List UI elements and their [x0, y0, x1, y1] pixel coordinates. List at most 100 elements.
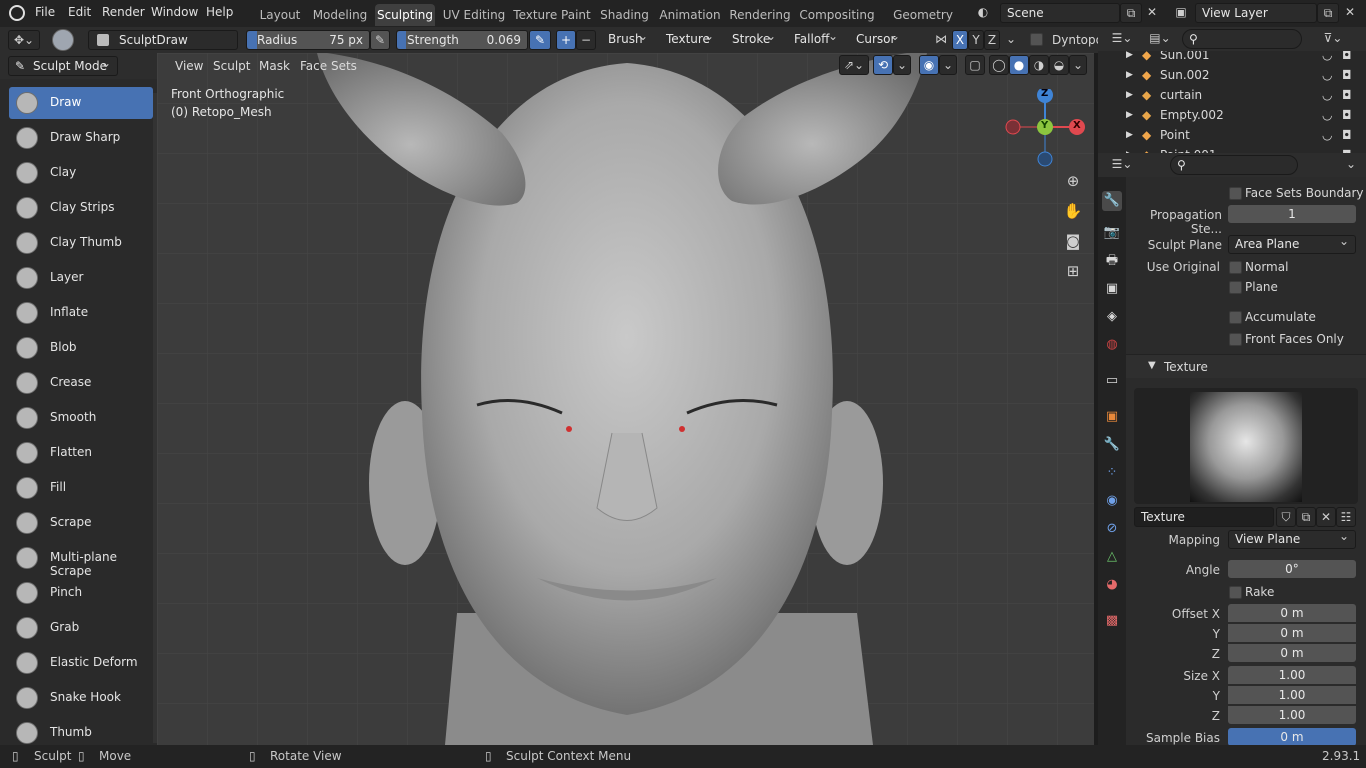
scene-tab-icon[interactable]: ◈ [1102, 307, 1122, 327]
visibility-eye-icon[interactable]: ◡ [1322, 85, 1332, 105]
sample-bias-slider[interactable]: 0 m [1228, 728, 1356, 745]
size-y-field[interactable]: 1.00 [1228, 686, 1356, 704]
scene-selector-icon[interactable]: ◐ [972, 3, 994, 23]
tool-fill[interactable]: Fill [9, 472, 153, 504]
tool-elastic-deform[interactable]: Elastic Deform [9, 647, 153, 679]
browse-texture-icon[interactable]: ☷ [1336, 507, 1356, 527]
world-tab-icon[interactable]: ◍ [1102, 335, 1122, 355]
menu-sculpt[interactable]: Sculpt [213, 55, 250, 77]
tool-clay-strips[interactable]: Clay Strips [9, 192, 153, 224]
tool-clay[interactable]: Clay [9, 157, 153, 189]
tab-modeling[interactable]: Modeling [310, 4, 370, 26]
expand-arrow-icon[interactable]: ▶ [1126, 105, 1133, 125]
view-layer-icon[interactable]: ▣ [1170, 3, 1192, 23]
tool-draw-sharp[interactable]: Draw Sharp [9, 122, 153, 154]
symmetry-z-toggle[interactable]: Z [984, 30, 1000, 50]
view-layer-tab-icon[interactable]: ▣ [1102, 279, 1122, 299]
angle-field[interactable]: 0° [1228, 560, 1356, 578]
menu-window[interactable]: Window [151, 5, 198, 19]
render-camera-icon[interactable]: ◘ [1342, 51, 1352, 65]
tool-draw[interactable]: Draw [9, 87, 153, 119]
offset-y-field[interactable]: 0 m [1228, 624, 1356, 642]
tool-pinch[interactable]: Pinch [9, 577, 153, 609]
rendered-shading-icon[interactable]: ◒ [1049, 55, 1069, 75]
tool-scrape[interactable]: Scrape [9, 507, 153, 539]
stroke-menu[interactable]: Stroke [726, 30, 782, 50]
gizmo-toggle-icon[interactable]: ⟲ [873, 55, 893, 75]
texture-menu[interactable]: Texture [660, 30, 720, 50]
new-scene-icon[interactable]: ⧉ [1120, 3, 1142, 23]
modifier-tab-icon[interactable]: 🔧 [1102, 435, 1122, 455]
direction-subtract-icon[interactable]: − [576, 30, 596, 50]
sculpt-plane-dropdown[interactable]: Area Plane [1228, 235, 1356, 254]
tool-snake-hook[interactable]: Snake Hook [9, 682, 153, 714]
size-z-field[interactable]: 1.00 [1228, 706, 1356, 724]
texture-name-field[interactable]: Texture [1134, 507, 1274, 527]
outliner-row[interactable]: ▶ ◆ curtain ◡ ◘ [1098, 85, 1366, 105]
texture-tab-icon[interactable]: ▩ [1102, 611, 1122, 631]
tool-grab[interactable]: Grab [9, 612, 153, 644]
outliner-search-input[interactable]: ⚲ [1182, 29, 1302, 49]
tab-rendering[interactable]: Rendering [728, 4, 792, 26]
symmetry-dropdown-icon[interactable]: ⌄ [1002, 30, 1020, 50]
navigation-gizmo[interactable]: X Y Z [1005, 87, 1085, 169]
radius-pressure-icon[interactable]: ✎ [370, 30, 390, 50]
display-mode-icon[interactable]: ▤⌄ [1146, 29, 1174, 49]
brush-name-field[interactable]: SculptDraw [88, 30, 238, 50]
tool-thumb[interactable]: Thumb [9, 717, 153, 745]
render-camera-icon[interactable]: ◘ [1342, 65, 1352, 85]
wireframe-shading-icon[interactable]: ◯ [989, 55, 1009, 75]
tab-layout[interactable]: Layout [256, 4, 304, 26]
tool-layer[interactable]: Layer [9, 262, 153, 294]
tab-uv-editing[interactable]: UV Editing [441, 4, 507, 26]
output-tab-icon[interactable]: 🖶 [1102, 251, 1122, 271]
symmetry-y-toggle[interactable]: Y [968, 30, 984, 50]
render-camera-icon[interactable]: ◘ [1342, 145, 1352, 153]
gizmo-dropdown-icon[interactable]: ⌄ [893, 55, 911, 75]
material-tab-icon[interactable]: ◕ [1102, 575, 1122, 595]
expand-arrow-icon[interactable]: ▶ [1126, 145, 1133, 153]
tool-flatten[interactable]: Flatten [9, 437, 153, 469]
orthographic-toggle-icon[interactable]: ⊞ [1061, 262, 1085, 284]
expand-arrow-icon[interactable]: ▶ [1126, 85, 1133, 105]
properties-search-input[interactable]: ⚲ [1170, 155, 1298, 175]
offset-x-field[interactable]: 0 m [1228, 604, 1356, 622]
tool-clay-thumb[interactable]: Clay Thumb [9, 227, 153, 259]
editor-type-icon[interactable]: ✥⌄ [8, 30, 40, 50]
outliner-editor-type-icon[interactable]: ☰⌄ [1108, 29, 1136, 49]
3d-viewport[interactable]: View Sculpt Mask Face Sets ⇗⌄ ⟲ ⌄ ◉ ⌄ ▢ … [157, 53, 1094, 745]
texture-panel-header[interactable]: ▼ Texture [1126, 354, 1366, 378]
menu-edit[interactable]: Edit [68, 5, 91, 19]
render-camera-icon[interactable]: ◘ [1342, 85, 1352, 105]
symmetry-x-toggle[interactable]: X [952, 30, 968, 50]
view-object-types-icon[interactable]: ⇗⌄ [839, 55, 869, 75]
unlink-texture-icon[interactable]: ✕ [1316, 507, 1336, 527]
xray-toggle-icon[interactable]: ▢ [965, 55, 985, 75]
radius-slider[interactable]: Radius 75 px [246, 30, 370, 50]
tool-crease[interactable]: Crease [9, 367, 153, 399]
data-tab-icon[interactable]: △ [1102, 547, 1122, 567]
view-layer-field[interactable]: View Layer [1195, 3, 1317, 23]
brush-preview-icon[interactable] [52, 29, 74, 51]
tab-texture-paint[interactable]: Texture Paint [513, 4, 591, 26]
object-tab-icon[interactable]: ▣ [1102, 407, 1122, 427]
visibility-eye-icon[interactable]: ◡ [1322, 125, 1332, 145]
render-camera-icon[interactable]: ◘ [1342, 105, 1352, 125]
scene-name-field[interactable]: Scene [1000, 3, 1120, 23]
tool-inflate[interactable]: Inflate [9, 297, 153, 329]
expand-arrow-icon[interactable]: ▶ [1126, 51, 1133, 65]
tab-shading[interactable]: Shading [597, 4, 652, 26]
use-original-plane-checkbox[interactable] [1229, 281, 1242, 294]
viewport-canvas[interactable] [157, 53, 1094, 745]
new-view-layer-icon[interactable]: ⧉ [1317, 3, 1339, 23]
zoom-icon[interactable]: ⊕ [1061, 172, 1085, 194]
delete-view-layer-icon[interactable]: ✕ [1339, 3, 1361, 23]
tool-multi-plane-scrape[interactable]: Multi-plane Scrape [9, 542, 153, 578]
outliner-row[interactable]: ▶ ◆ Empty.002 ◡ ◘ [1098, 105, 1366, 125]
render-camera-icon[interactable]: ◘ [1342, 125, 1352, 145]
strength-slider[interactable]: Strength 0.069 [396, 30, 528, 50]
blender-logo-icon[interactable] [9, 5, 25, 21]
filter-icon[interactable]: ⊽⌄ [1318, 29, 1348, 49]
tool-blob[interactable]: Blob [9, 332, 153, 364]
face-sets-boundary-checkbox[interactable] [1229, 187, 1242, 200]
